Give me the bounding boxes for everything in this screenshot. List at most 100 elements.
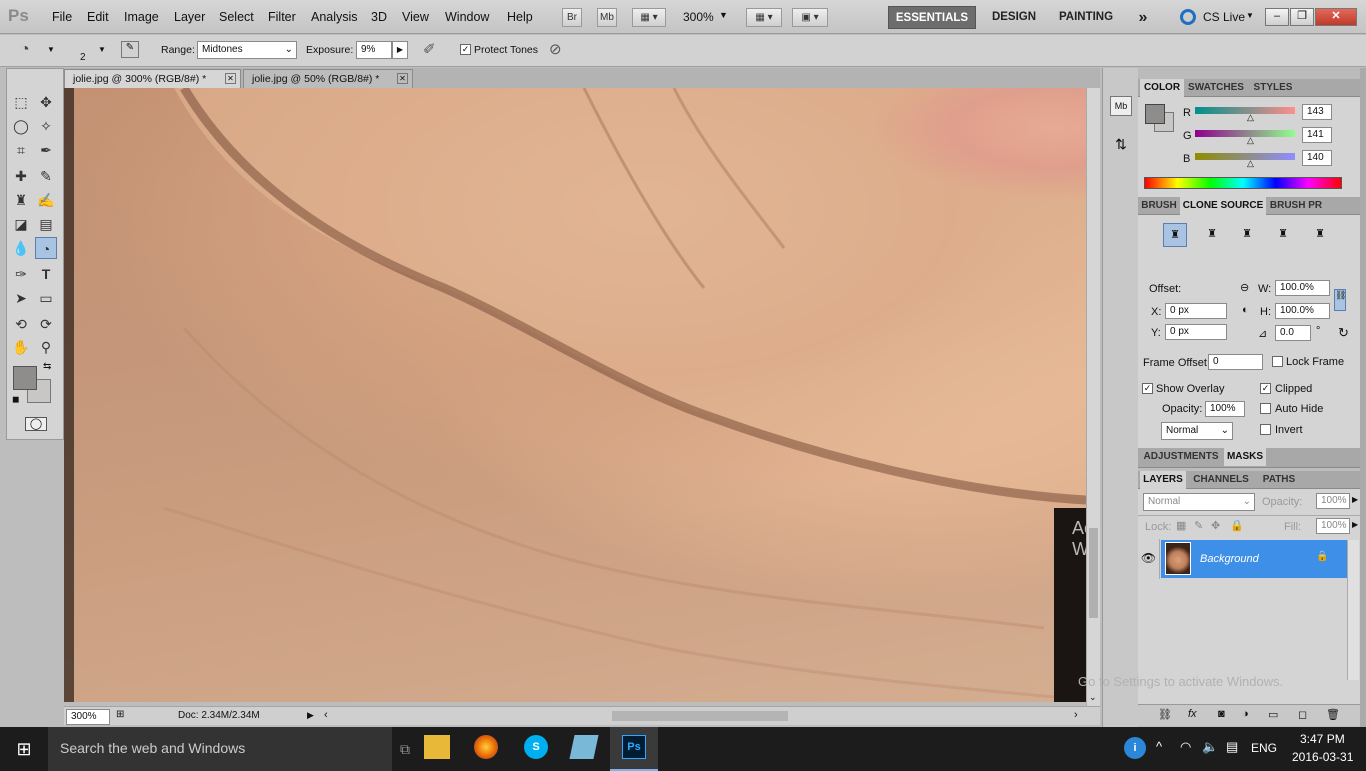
- foreground-color-swatch[interactable]: [13, 366, 37, 390]
- cs-live-button[interactable]: CS Live: [1203, 10, 1245, 24]
- skype-icon[interactable]: S: [524, 735, 548, 759]
- airbrush-icon[interactable]: ✐: [423, 40, 436, 58]
- document-canvas[interactable]: Activate Windows: [64, 88, 1086, 702]
- firefox-icon[interactable]: [474, 735, 498, 759]
- tablet-pressure-icon[interactable]: ⊘: [549, 40, 562, 58]
- layer-row-background[interactable]: Background 🔒: [1161, 540, 1347, 578]
- link-icon[interactable]: ⊖: [1240, 281, 1249, 294]
- zoom-tool-icon[interactable]: ⚲: [35, 336, 57, 358]
- screen-mode-button[interactable]: ▣ ▾: [792, 8, 828, 27]
- link-scale-icon[interactable]: ⛓: [1334, 289, 1346, 311]
- brush-tool-icon[interactable]: ✎: [35, 165, 57, 187]
- tab-masks[interactable]: MASKS: [1224, 448, 1266, 466]
- y-offset-field[interactable]: 0 px: [1165, 324, 1227, 340]
- arrange-documents-button[interactable]: ▦ ▾: [746, 8, 782, 27]
- fill-field[interactable]: 100%: [1316, 518, 1350, 534]
- b-slider[interactable]: △: [1195, 153, 1295, 168]
- info-notification-icon[interactable]: i: [1124, 737, 1146, 759]
- gradient-tool-icon[interactable]: ▤: [35, 213, 57, 235]
- chevron-up-icon[interactable]: ^: [1156, 739, 1162, 754]
- range-select[interactable]: Midtones ⌄: [197, 41, 297, 59]
- workspace-essentials[interactable]: ESSENTIALS: [888, 6, 976, 29]
- default-colors-icon[interactable]: ◼: [12, 394, 19, 405]
- history-dock-icon[interactable]: ⇅: [1110, 136, 1132, 156]
- lasso-tool-icon[interactable]: ◯: [10, 115, 32, 137]
- clone-stamp-tool-icon[interactable]: ♜: [10, 189, 32, 211]
- g-slider[interactable]: △: [1195, 130, 1295, 145]
- scroll-right-icon[interactable]: ›: [1074, 709, 1078, 721]
- chevron-down-icon[interactable]: ▼: [1246, 11, 1254, 20]
- show-overlay-checkbox[interactable]: ✓: [1142, 383, 1153, 394]
- trash-icon[interactable]: 🗑: [1326, 708, 1340, 721]
- view-extras-button[interactable]: ▦ ▾: [632, 8, 666, 27]
- 3d-orbit-tool-icon[interactable]: ⟳: [35, 313, 57, 335]
- minibridge-button[interactable]: Mb: [597, 8, 617, 27]
- clock-time[interactable]: 3:47 PM: [1300, 732, 1345, 746]
- adjustment-layer-icon[interactable]: ◑: [1242, 708, 1249, 720]
- zoom-level-select[interactable]: 300%: [683, 10, 714, 24]
- wifi-icon[interactable]: ◠: [1180, 739, 1191, 755]
- fx-icon[interactable]: fx: [1188, 708, 1197, 720]
- tab-brush-presets[interactable]: BRUSH PR: [1268, 197, 1324, 215]
- brush-picker-icon[interactable]: ▼: [98, 45, 106, 54]
- auto-hide-checkbox[interactable]: [1260, 403, 1271, 414]
- overlay-mode-select[interactable]: Normal ⌄: [1161, 422, 1233, 440]
- tab-styles[interactable]: STYLES: [1248, 79, 1298, 97]
- tab-swatches[interactable]: SWATCHES: [1186, 79, 1246, 97]
- volume-icon[interactable]: 🔈: [1202, 739, 1218, 755]
- add-mask-icon[interactable]: ◙: [1218, 708, 1225, 720]
- b-value-field[interactable]: 140: [1302, 150, 1332, 166]
- tab-brush[interactable]: BRUSH: [1140, 197, 1178, 215]
- reset-transform-icon[interactable]: ↻: [1338, 325, 1349, 341]
- action-center-icon[interactable]: ▤: [1226, 739, 1238, 755]
- layers-scrollbar[interactable]: [1347, 540, 1359, 680]
- status-menu-icon[interactable]: ▶: [307, 710, 314, 721]
- clone-source-2-icon[interactable]: ♜: [1200, 223, 1224, 247]
- g-value-field[interactable]: 141: [1302, 127, 1332, 143]
- crop-tool-icon[interactable]: ⌗: [10, 139, 32, 161]
- lock-frame-checkbox[interactable]: [1272, 356, 1283, 367]
- r-slider[interactable]: △: [1195, 107, 1295, 122]
- menu-layer[interactable]: Layer: [174, 10, 205, 24]
- type-tool-icon[interactable]: T: [35, 263, 57, 285]
- file-explorer-icon[interactable]: [424, 735, 450, 759]
- healing-brush-tool-icon[interactable]: ✚: [10, 165, 32, 187]
- color-ramp[interactable]: [1144, 177, 1342, 189]
- horizontal-scroll-thumb[interactable]: [612, 711, 788, 721]
- clone-source-3-icon[interactable]: ♜: [1235, 223, 1259, 247]
- clone-source-5-icon[interactable]: ♜: [1308, 223, 1332, 247]
- minimize-button[interactable]: –: [1265, 8, 1289, 26]
- restore-button[interactable]: ❐: [1290, 8, 1314, 26]
- history-brush-tool-icon[interactable]: ✍: [35, 189, 57, 211]
- task-view-icon[interactable]: ⧉: [400, 741, 410, 758]
- language-indicator[interactable]: ENG: [1251, 741, 1277, 755]
- tab-jolie-300[interactable]: jolie.jpg @ 300% (RGB/8#) * ✕: [64, 69, 241, 88]
- pen-tool-icon[interactable]: ✑: [10, 263, 32, 285]
- invert-checkbox[interactable]: [1260, 424, 1271, 435]
- vertical-scrollbar[interactable]: ⌄: [1086, 88, 1100, 706]
- marquee-tool-icon[interactable]: ⬚: [10, 91, 32, 113]
- quick-select-tool-icon[interactable]: ✧: [35, 115, 57, 137]
- menu-image[interactable]: Image: [124, 10, 159, 24]
- tab-color[interactable]: COLOR: [1140, 79, 1184, 97]
- eyedropper-tool-icon[interactable]: ✒: [35, 139, 57, 161]
- more-workspaces-button[interactable]: »: [1128, 6, 1158, 29]
- tab-layers[interactable]: LAYERS: [1140, 471, 1186, 489]
- menu-filter[interactable]: Filter: [268, 10, 296, 24]
- clone-source-4-icon[interactable]: ♜: [1271, 223, 1295, 247]
- r-value-field[interactable]: 143: [1302, 104, 1332, 120]
- fill-slider-icon[interactable]: ▶: [1352, 520, 1358, 529]
- menu-file[interactable]: File: [52, 10, 72, 24]
- path-selection-tool-icon[interactable]: ➤: [10, 287, 32, 309]
- status-icon[interactable]: ⊞: [116, 709, 124, 720]
- blur-tool-icon[interactable]: 💧: [10, 237, 32, 259]
- swap-colors-icon[interactable]: ⇆: [43, 361, 51, 372]
- menu-select[interactable]: Select: [219, 10, 254, 24]
- layer-opacity-field[interactable]: 100%: [1316, 493, 1350, 509]
- tab-clone-source[interactable]: CLONE SOURCE: [1180, 197, 1266, 215]
- dodge-tool-icon[interactable]: ◔: [20, 41, 30, 59]
- menu-3d[interactable]: 3D: [371, 10, 387, 24]
- tab-jolie-50[interactable]: jolie.jpg @ 50% (RGB/8#) * ✕: [243, 69, 413, 88]
- clipped-checkbox[interactable]: ✓: [1260, 383, 1271, 394]
- app-icon[interactable]: [569, 735, 599, 759]
